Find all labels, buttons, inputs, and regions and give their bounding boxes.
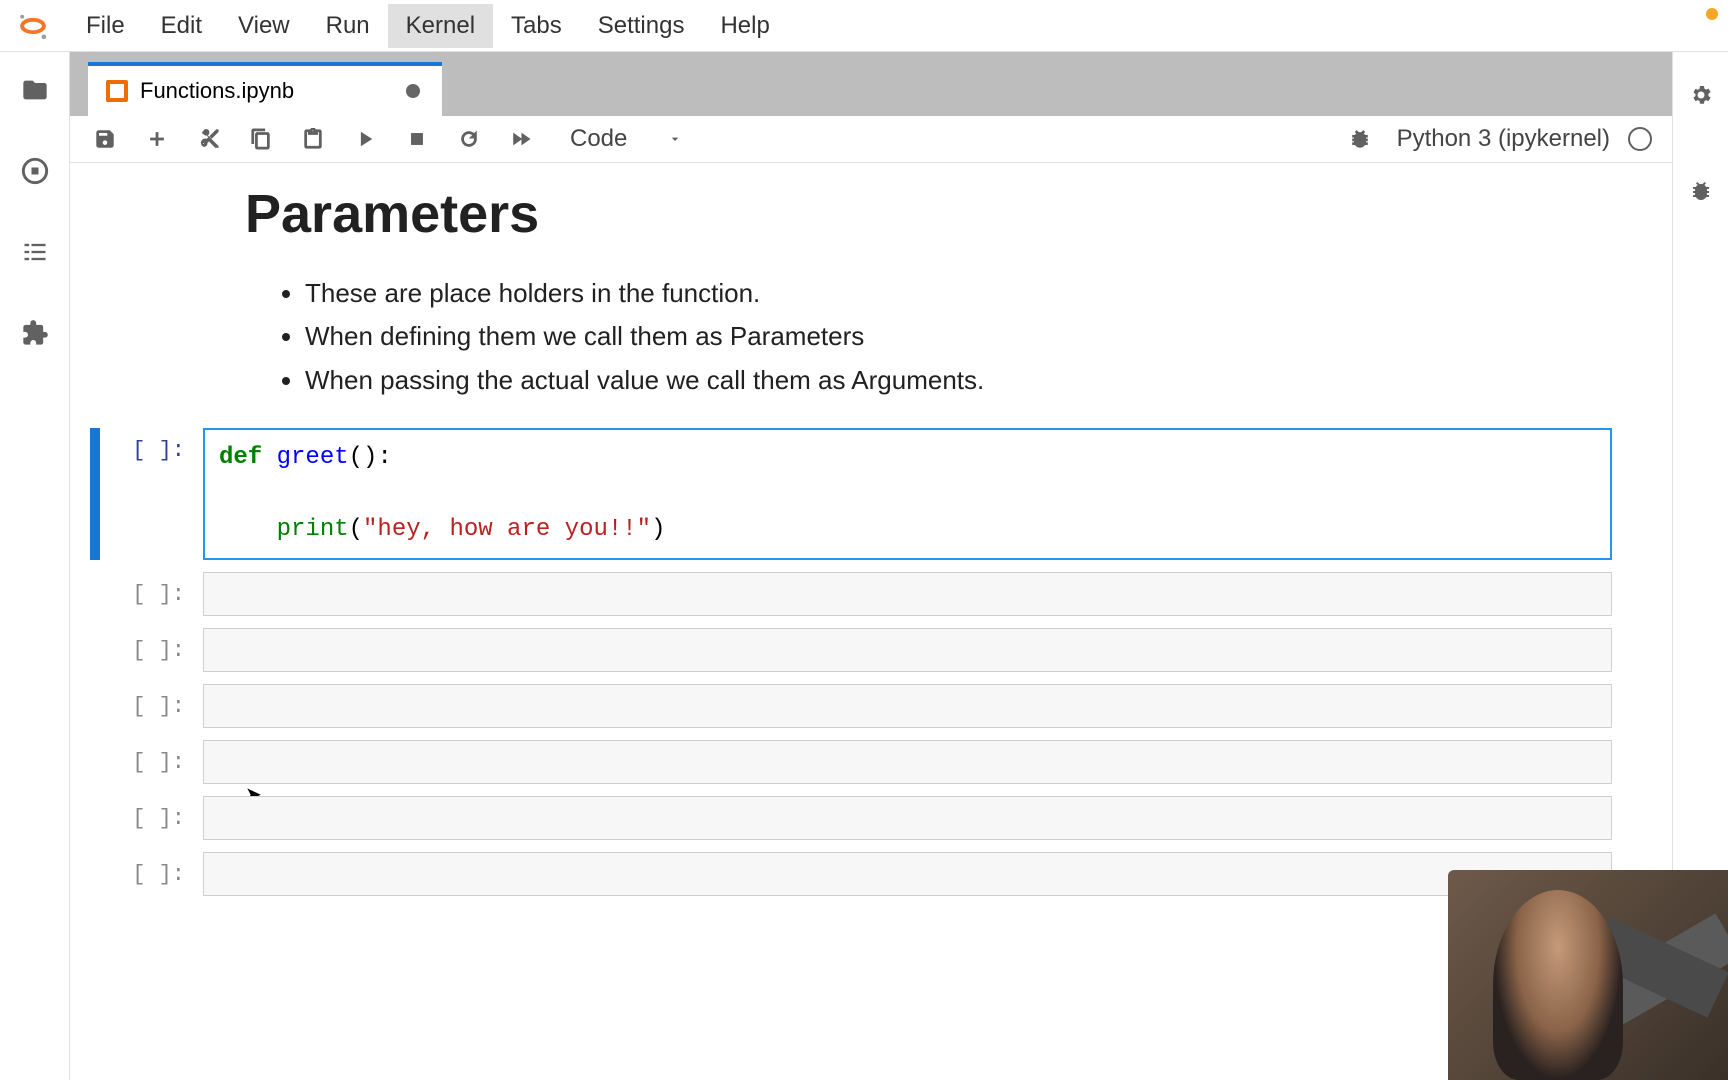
debugger-panel-icon[interactable]: [1683, 173, 1719, 209]
run-button[interactable]: [350, 124, 380, 154]
cell-editor[interactable]: [203, 572, 1612, 616]
toc-icon[interactable]: [17, 234, 53, 270]
cell-select-bar: [90, 796, 100, 840]
markdown-heading: Parameters: [245, 183, 1652, 245]
cell-editor[interactable]: [203, 796, 1612, 840]
menu-settings[interactable]: Settings: [580, 4, 703, 48]
chevron-down-icon: [667, 131, 683, 147]
property-inspector-icon[interactable]: [1683, 77, 1719, 113]
cell-select-bar: [90, 684, 100, 728]
jupyter-logo[interactable]: [13, 6, 53, 46]
menu-tabs[interactable]: Tabs: [493, 4, 580, 48]
restart-button[interactable]: [454, 124, 484, 154]
code-cell-empty[interactable]: [ ]:: [90, 740, 1652, 784]
code-cell-active[interactable]: [ ]: def greet(): print("hey, how are yo…: [90, 428, 1652, 560]
cell-type-select[interactable]: Code: [570, 125, 683, 153]
top-status-dot: [1706, 8, 1718, 20]
code-cell-empty[interactable]: [ ]:: [90, 628, 1652, 672]
cell-type-label: Code: [570, 125, 627, 153]
kernel-status-icon: [1628, 127, 1652, 151]
cell-prompt: [ ]:: [108, 684, 203, 728]
extension-icon[interactable]: [17, 315, 53, 351]
code-cell-empty[interactable]: [ ]:: [90, 796, 1652, 840]
copy-button[interactable]: [246, 124, 276, 154]
notebook-area[interactable]: Parameters These are place holders in th…: [70, 163, 1672, 1080]
notebook-toolbar: Code Python 3 (ipykernel): [70, 116, 1672, 163]
cell-select-bar: [90, 740, 100, 784]
cell-prompt: [ ]:: [108, 628, 203, 672]
menu-kernel[interactable]: Kernel: [388, 4, 493, 48]
restart-run-all-button[interactable]: [506, 124, 536, 154]
cut-button[interactable]: [194, 124, 224, 154]
cell-editor[interactable]: [203, 684, 1612, 728]
running-icon[interactable]: [17, 153, 53, 189]
menu-file[interactable]: File: [68, 4, 143, 48]
cell-prompt: [ ]:: [108, 796, 203, 840]
presenter-silhouette: [1493, 890, 1623, 1080]
cell-select-bar: [90, 852, 100, 896]
unsaved-indicator-icon: [406, 84, 420, 98]
cell-select-bar: [90, 572, 100, 616]
bullet-item: These are place holders in the function.: [305, 273, 1652, 313]
code-cell-empty[interactable]: [ ]:: [90, 852, 1652, 896]
debugger-button[interactable]: [1345, 124, 1375, 154]
left-sidebar: [0, 52, 70, 1080]
cell-editor[interactable]: [203, 740, 1612, 784]
menu-view[interactable]: View: [220, 4, 308, 48]
notebook-tab[interactable]: Functions.ipynb: [88, 62, 442, 116]
save-button[interactable]: [90, 124, 120, 154]
stop-button[interactable]: [402, 124, 432, 154]
menu-edit[interactable]: Edit: [143, 4, 220, 48]
bullet-item: When defining them we call them as Param…: [305, 316, 1652, 356]
markdown-bullets: These are place holders in the function.…: [305, 273, 1652, 400]
cell-select-bar: [90, 428, 100, 560]
notebook-icon: [106, 80, 128, 102]
cell-editor[interactable]: def greet(): print("hey, how are you!!"): [203, 428, 1612, 560]
code-cell-empty[interactable]: [ ]:: [90, 572, 1652, 616]
cell-prompt: [ ]:: [108, 572, 203, 616]
kernel-info[interactable]: Python 3 (ipykernel): [1397, 125, 1652, 153]
cell-prompt: [ ]:: [108, 428, 203, 560]
markdown-cell[interactable]: Parameters These are place holders in th…: [245, 183, 1652, 400]
tab-bar: Functions.ipynb: [70, 52, 1672, 116]
add-cell-button[interactable]: [142, 124, 172, 154]
cell-editor[interactable]: [203, 628, 1612, 672]
cell-select-bar: [90, 628, 100, 672]
folder-icon[interactable]: [17, 72, 53, 108]
menu-help[interactable]: Help: [702, 4, 787, 48]
tab-filename: Functions.ipynb: [140, 78, 294, 104]
cell-prompt: [ ]:: [108, 852, 203, 896]
center-area: Functions.ipynb: [70, 52, 1672, 1080]
bullet-item: When passing the actual value we call th…: [305, 360, 1652, 400]
webcam-overlay: [1448, 870, 1728, 1080]
cell-editor[interactable]: [203, 852, 1612, 896]
paste-button[interactable]: [298, 124, 328, 154]
code-cell-empty[interactable]: [ ]:: [90, 684, 1652, 728]
cell-prompt: [ ]:: [108, 740, 203, 784]
menubar: File Edit View Run Kernel Tabs Settings …: [0, 0, 1728, 52]
kernel-name: Python 3 (ipykernel): [1397, 125, 1610, 153]
menu-run[interactable]: Run: [308, 4, 388, 48]
